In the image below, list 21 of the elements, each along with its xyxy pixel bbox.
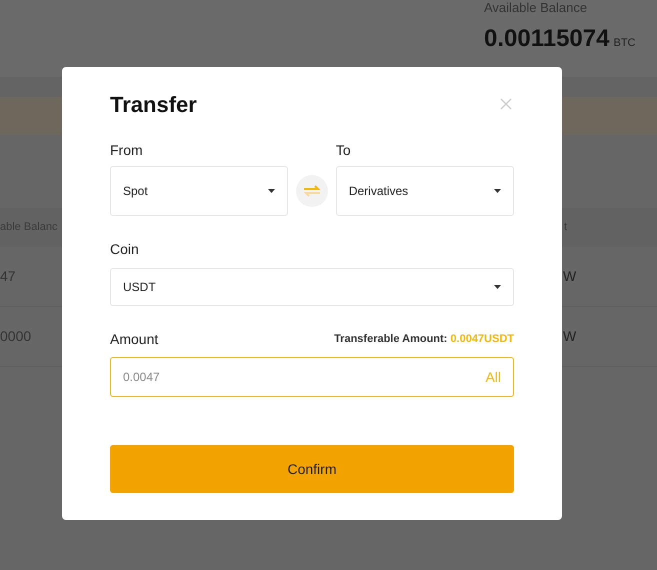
from-label: From (110, 141, 144, 159)
swap-icon (302, 185, 321, 197)
to-label: To (336, 141, 352, 159)
amount-label: Amount (110, 330, 158, 348)
dialog-title: Transfer (110, 90, 197, 118)
caret-icon (494, 285, 501, 289)
caret-icon (268, 189, 276, 193)
balance-unit: BTC (613, 36, 636, 51)
table-cell-text: W (562, 267, 578, 286)
from-select[interactable]: Spot (110, 166, 288, 216)
balance-label: Available Balance (484, 0, 588, 15)
confirm-button[interactable]: Confirm (110, 445, 514, 493)
close-icon[interactable] (500, 98, 512, 110)
to-select[interactable]: Derivatives (336, 166, 514, 216)
table-cell-text: W (562, 327, 578, 346)
swap-button[interactable] (296, 175, 328, 207)
transferable-amount: Transferable Amount: 0.0047USDT (334, 332, 514, 347)
coin-select[interactable]: USDT (110, 268, 514, 306)
caret-icon (494, 189, 501, 193)
balance-value: 0.00115074 (484, 25, 610, 53)
coin-label: Coin (110, 240, 140, 258)
